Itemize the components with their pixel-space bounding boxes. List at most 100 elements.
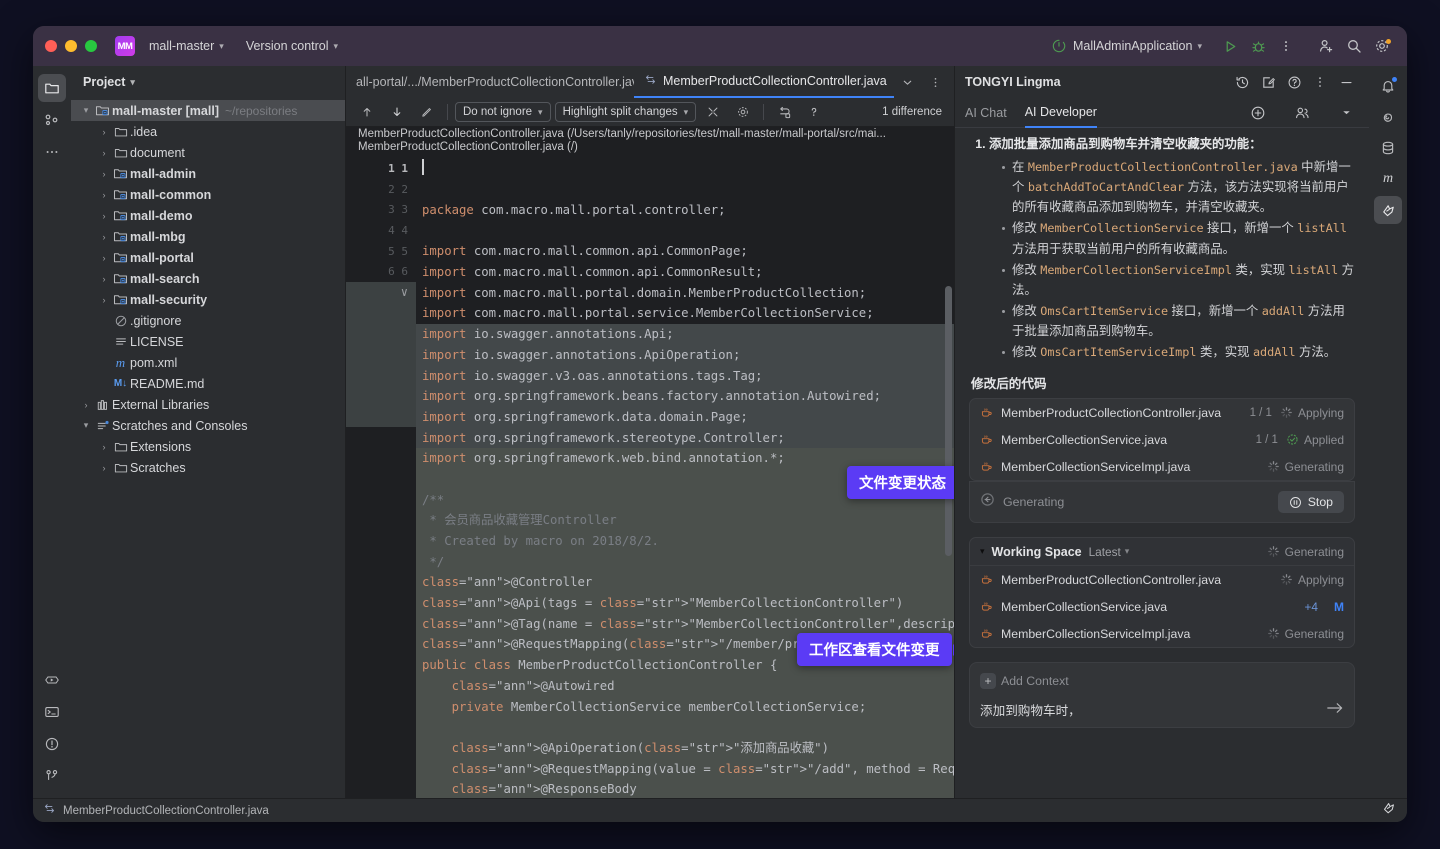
- send-arrow-icon[interactable]: [1326, 701, 1344, 719]
- lingma-icon[interactable]: [1374, 196, 1402, 224]
- close-window-button[interactable]: [45, 40, 57, 52]
- edit-icon[interactable]: [414, 99, 440, 125]
- tree-item-readme-md[interactable]: M↓README.md: [71, 373, 345, 394]
- tree-item-idea[interactable]: ›.idea: [71, 121, 345, 142]
- code-line[interactable]: class="ann">@RequestMapping(value = clas…: [416, 759, 954, 780]
- stop-button[interactable]: Stop: [1278, 491, 1344, 513]
- previous-difference-icon[interactable]: [354, 99, 380, 125]
- code-line[interactable]: class="ann">@ResponseBody: [416, 779, 954, 798]
- tab-ai-developer[interactable]: AI Developer: [1025, 98, 1097, 128]
- highlight-mode-select[interactable]: Highlight split changes ▾: [555, 102, 697, 122]
- code-line[interactable]: import com.macro.mall.common.api.CommonP…: [416, 241, 954, 262]
- chevron-right-icon[interactable]: ›: [97, 295, 111, 305]
- maven-icon[interactable]: m: [1374, 165, 1402, 193]
- more-vertical-icon[interactable]: [1273, 33, 1299, 59]
- minimize-icon[interactable]: [1333, 69, 1359, 95]
- code-line[interactable]: * Created by macro on 2018/8/2.: [416, 531, 954, 552]
- collapse-unchanged-icon[interactable]: [700, 99, 726, 125]
- tab-ai-chat[interactable]: AI Chat: [965, 98, 1007, 128]
- chevron-right-icon[interactable]: ›: [97, 148, 111, 158]
- structure-icon[interactable]: [38, 106, 66, 134]
- code-line[interactable]: import org.springframework.stereotype.Co…: [416, 428, 954, 449]
- maximize-window-button[interactable]: [85, 40, 97, 52]
- chat-input[interactable]: 添加到购物车时，: [980, 700, 1326, 719]
- tree-item-scratches[interactable]: ›Scratches: [71, 457, 345, 478]
- code-line[interactable]: [416, 717, 954, 738]
- generated-files-card[interactable]: MemberProductCollectionController.java1 …: [969, 398, 1355, 481]
- help-icon[interactable]: [1281, 69, 1307, 95]
- code-line[interactable]: class="ann">@ApiOperation(class="str">"添…: [416, 738, 954, 759]
- tree-item-external-libraries[interactable]: ›External Libraries: [71, 394, 345, 415]
- working-space-header[interactable]: ▾ Working Space Latest ▾ Generating: [970, 538, 1354, 566]
- tree-item-mall-common[interactable]: ›mall-common: [71, 184, 345, 205]
- code-line[interactable]: class="ann">@Controller: [416, 572, 954, 593]
- help-icon[interactable]: [801, 99, 827, 125]
- project-panel-header[interactable]: Project ▾: [71, 66, 345, 98]
- chevron-down-icon[interactable]: ▾: [980, 546, 985, 557]
- code-line[interactable]: import org.springframework.beans.factory…: [416, 386, 954, 407]
- close-tab-icon[interactable]: ✕: [893, 74, 894, 88]
- tree-item-mall-demo[interactable]: ›mall-demo: [71, 205, 345, 226]
- code-line[interactable]: package com.macro.mall.portal.controller…: [416, 200, 954, 221]
- tree-item-mall-search[interactable]: ›mall-search: [71, 268, 345, 289]
- tree-item-gitignore[interactable]: .gitignore: [71, 310, 345, 331]
- code-line[interactable]: [416, 221, 954, 242]
- working-space-file-row[interactable]: MemberProductCollectionController.javaAp…: [970, 566, 1354, 593]
- window-controls[interactable]: [45, 40, 97, 52]
- more-vertical-icon[interactable]: [922, 69, 948, 95]
- diff-settings-icon[interactable]: [730, 99, 756, 125]
- lingma-chat-icon[interactable]: [1374, 103, 1402, 131]
- add-context-button[interactable]: + Add Context: [980, 673, 1069, 689]
- editor-tab-active[interactable]: MemberProductCollectionController.java ✕: [634, 66, 894, 98]
- working-space-file-list[interactable]: MemberProductCollectionController.javaAp…: [970, 566, 1354, 647]
- debug-icon[interactable]: [1245, 33, 1271, 59]
- tree-item-extensions[interactable]: ›Extensions: [71, 436, 345, 457]
- code-line[interactable]: import com.macro.mall.common.api.CommonR…: [416, 262, 954, 283]
- chevron-right-icon[interactable]: ›: [97, 190, 111, 200]
- new-chat-icon[interactable]: [1255, 69, 1281, 95]
- git-branch-icon[interactable]: [38, 762, 66, 790]
- working-space-file-row[interactable]: MemberCollectionServiceImpl.javaGenerati…: [970, 620, 1354, 647]
- tree-item-mall-portal[interactable]: ›mall-portal: [71, 247, 345, 268]
- project-tree[interactable]: ▾mall-master [mall]~/repositories›.idea›…: [71, 98, 345, 798]
- tree-item-license[interactable]: LICENSE: [71, 331, 345, 352]
- diff-code-area[interactable]: 1 12 23 34 45 56 6∨ package com.macro.ma…: [346, 156, 954, 798]
- database-icon[interactable]: [1374, 134, 1402, 162]
- editor-vertical-scrollbar[interactable]: [945, 286, 952, 556]
- ignore-policy-select[interactable]: Do not ignore ▾: [455, 102, 551, 122]
- next-difference-icon[interactable]: [384, 99, 410, 125]
- chevron-right-icon[interactable]: ›: [97, 169, 111, 179]
- tree-item-scratches-and-consoles[interactable]: ▾Scratches and Consoles: [71, 415, 345, 436]
- more-tools-icon[interactable]: [38, 138, 66, 166]
- code-line[interactable]: import io.swagger.annotations.Api;: [416, 324, 954, 345]
- chevron-right-icon[interactable]: ›: [79, 400, 93, 410]
- chat-composer[interactable]: + Add Context 添加到购物车时，: [969, 662, 1355, 728]
- chevron-down-icon[interactable]: [894, 69, 920, 95]
- project-folder-icon[interactable]: [38, 74, 66, 102]
- generated-file-row[interactable]: MemberProductCollectionController.java1 …: [970, 399, 1354, 426]
- chat-input-row[interactable]: 添加到购物车时，: [980, 700, 1344, 719]
- lingma-icon[interactable]: [1381, 800, 1397, 821]
- tree-item-mall-mbg[interactable]: ›mall-mbg: [71, 226, 345, 247]
- working-space-version-select[interactable]: Latest ▾: [1089, 545, 1130, 559]
- code-line[interactable]: private MemberCollectionService memberCo…: [416, 697, 954, 718]
- code-line[interactable]: * 会员商品收藏管理Controller: [416, 510, 954, 531]
- history-icon[interactable]: [1229, 69, 1255, 95]
- code-line[interactable]: import com.macro.mall.portal.service.Mem…: [416, 303, 954, 324]
- version-control-menu[interactable]: Version control ▾: [239, 36, 345, 56]
- chevron-down-icon[interactable]: ▾: [79, 420, 93, 431]
- working-space-file-row[interactable]: MemberCollectionService.java+4M: [970, 593, 1354, 620]
- tree-item-document[interactable]: ›document: [71, 142, 345, 163]
- generated-file-row[interactable]: MemberCollectionService.java1 / 1Applied: [970, 426, 1354, 453]
- chevron-right-icon[interactable]: ›: [97, 232, 111, 242]
- tree-item-mall-security[interactable]: ›mall-security: [71, 289, 345, 310]
- add-circle-icon[interactable]: [1245, 100, 1271, 126]
- code-line[interactable]: */: [416, 552, 954, 573]
- chevron-right-icon[interactable]: ›: [97, 211, 111, 221]
- run-configuration-selector[interactable]: MallAdminApplication ▾: [1043, 34, 1209, 58]
- code-line[interactable]: import org.springframework.data.domain.P…: [416, 407, 954, 428]
- chevron-right-icon[interactable]: ›: [97, 274, 111, 284]
- tree-item-mall-admin[interactable]: ›mall-admin: [71, 163, 345, 184]
- code-line[interactable]: class="ann">@Autowired: [416, 676, 954, 697]
- run-tool-icon[interactable]: [38, 666, 66, 694]
